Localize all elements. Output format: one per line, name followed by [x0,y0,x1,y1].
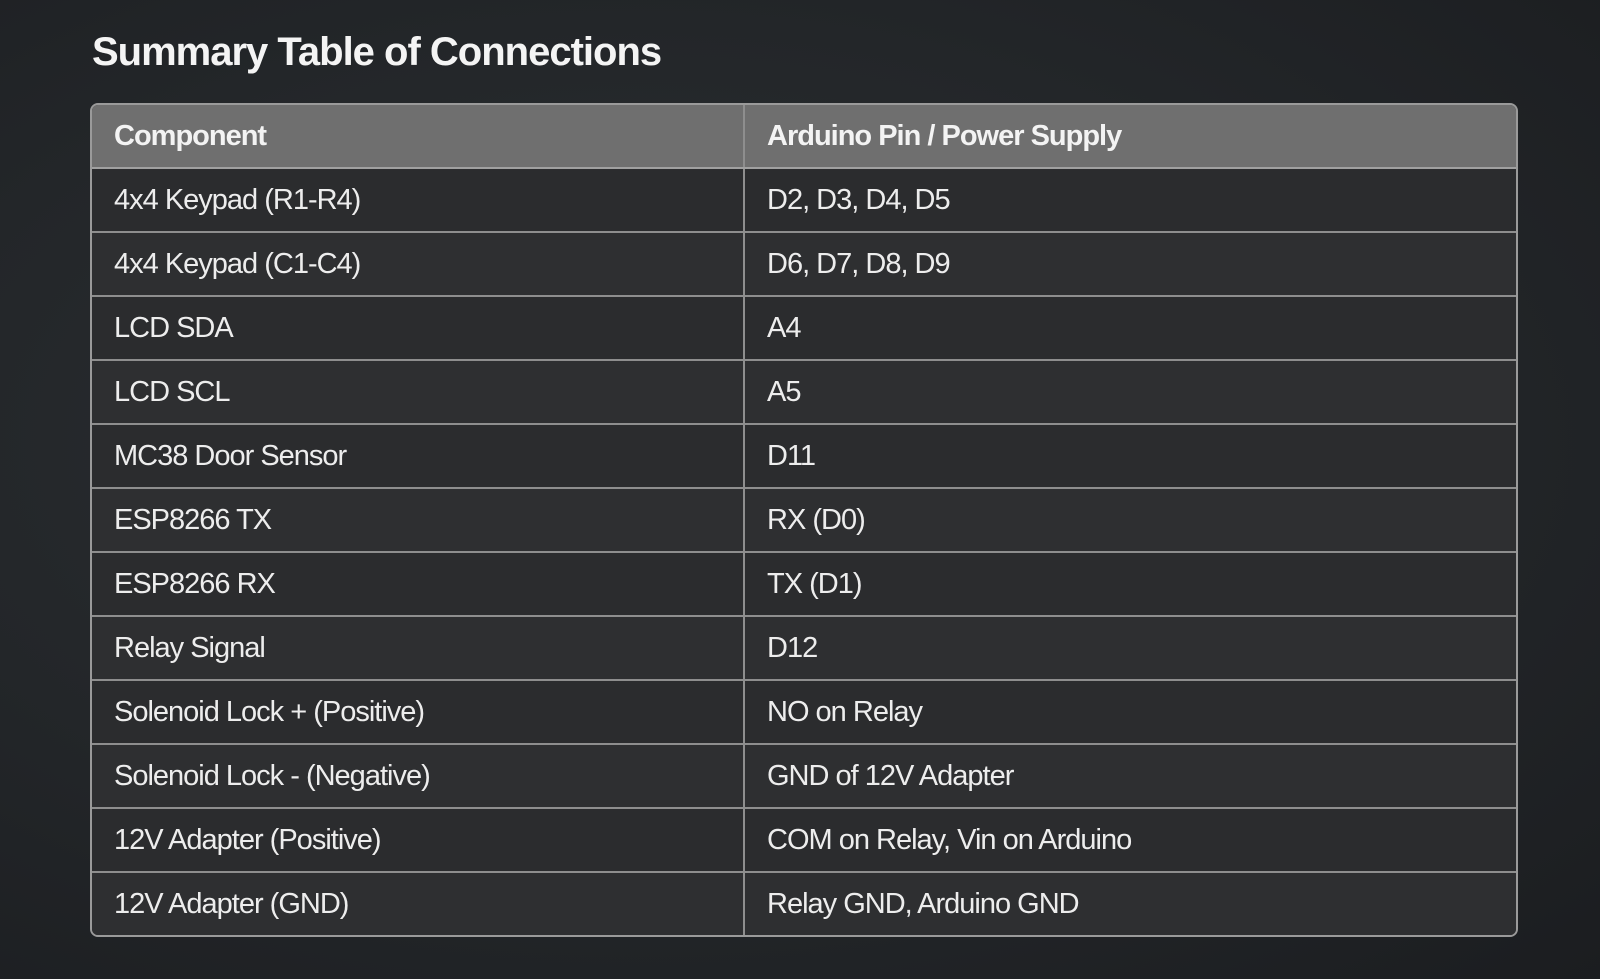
table-row: MC38 Door Sensor D11 [92,423,1516,488]
component-cell: Solenoid Lock - (Negative) [92,743,744,808]
pin-cell: TX (D1) [743,551,1516,616]
table-row: ESP8266 TX RX (D0) [92,487,1516,552]
table-row: LCD SDA A4 [92,295,1516,360]
pin-cell: RX (D0) [743,487,1516,552]
component-cell: LCD SDA [92,295,744,360]
table-row: 12V Adapter (GND) Relay GND, Arduino GND [92,871,1516,935]
component-cell: ESP8266 TX [92,487,744,552]
page-title: Summary Table of Connections [92,30,662,74]
pin-cell: D6, D7, D8, D9 [743,231,1516,296]
table-row: LCD SCL A5 [92,359,1516,424]
pin-cell: D11 [743,423,1516,488]
table-row: Solenoid Lock + (Positive) NO on Relay [92,679,1516,744]
component-cell: 12V Adapter (Positive) [92,807,744,872]
table-row: Relay Signal D12 [92,615,1516,680]
component-cell: Relay Signal [92,615,744,680]
column-header-component: Component [92,105,744,169]
component-cell: LCD SCL [92,359,744,424]
table-row: Solenoid Lock - (Negative) GND of 12V Ad… [92,743,1516,808]
column-header-arduino-pin: Arduino Pin / Power Supply [743,105,1516,169]
pin-cell: A5 [743,359,1516,424]
component-cell: 4x4 Keypad (C1-C4) [92,231,744,296]
pin-cell: NO on Relay [743,679,1516,744]
pin-cell: D12 [743,615,1516,680]
component-cell: Solenoid Lock + (Positive) [92,679,744,744]
pin-cell: Relay GND, Arduino GND [743,871,1516,935]
component-cell: 12V Adapter (GND) [92,871,744,935]
table-row: 12V Adapter (Positive) COM on Relay, Vin… [92,807,1516,872]
pin-cell: A4 [743,295,1516,360]
table-row: ESP8266 RX TX (D1) [92,551,1516,616]
connections-table-container: Component Arduino Pin / Power Supply 4x4… [90,103,1518,937]
connections-table: Component Arduino Pin / Power Supply 4x4… [92,105,1516,935]
component-cell: 4x4 Keypad (R1-R4) [92,167,744,232]
pin-cell: GND of 12V Adapter [743,743,1516,808]
component-cell: ESP8266 RX [92,551,744,616]
table-row: 4x4 Keypad (R1-R4) D2, D3, D4, D5 [92,167,1516,232]
pin-cell: D2, D3, D4, D5 [743,167,1516,232]
table-row: 4x4 Keypad (C1-C4) D6, D7, D8, D9 [92,231,1516,296]
pin-cell: COM on Relay, Vin on Arduino [743,807,1516,872]
component-cell: MC38 Door Sensor [92,423,744,488]
table-header-row: Component Arduino Pin / Power Supply [92,105,1516,169]
